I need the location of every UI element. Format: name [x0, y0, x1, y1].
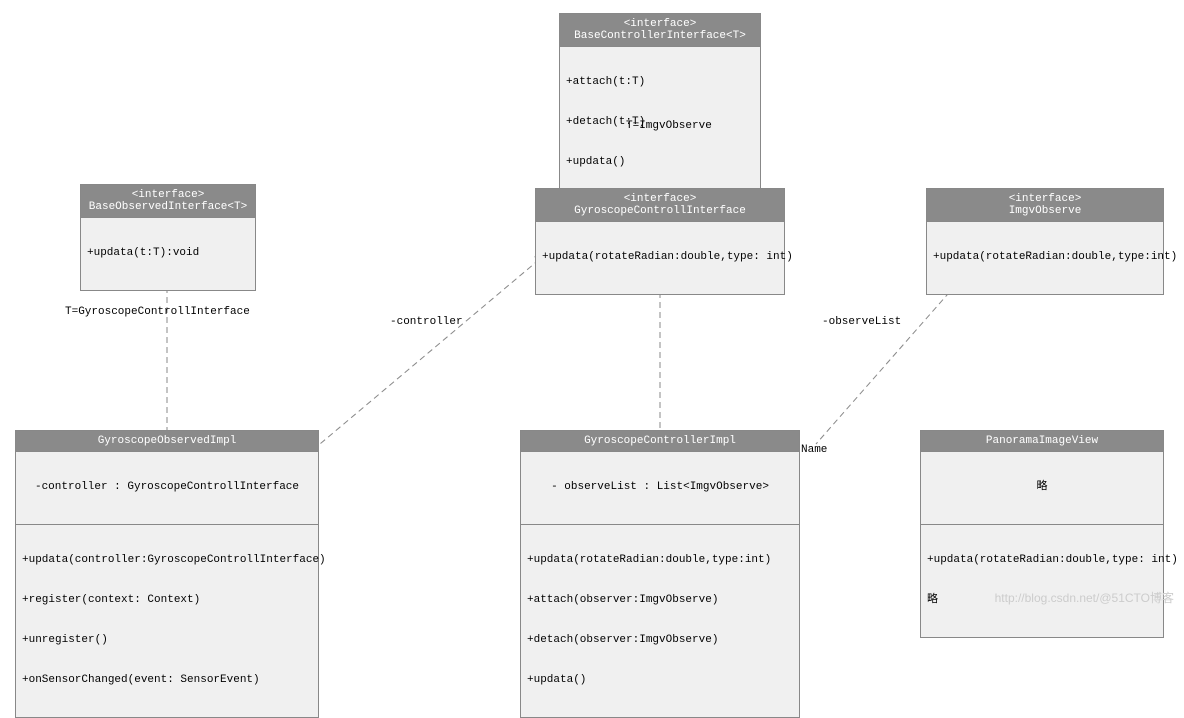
class-header: GyroscopeObservedImpl	[16, 431, 318, 452]
note-name: Name	[801, 444, 827, 456]
class-header: <interface> GyroscopeControllInterface	[536, 189, 784, 222]
attributes: - observeList : List<ImgvObserve>	[521, 452, 799, 525]
attributes: -controller : GyroscopeControllInterface	[16, 452, 318, 525]
class-name: BaseObservedInterface<T>	[87, 201, 249, 213]
stereotype: <interface>	[542, 193, 778, 205]
methods: +updata(rotateRadian:double,type: int) 略	[921, 525, 1163, 637]
watermark: http://blog.csdn.net/@51CTO博客	[995, 589, 1174, 606]
class-base-controller-interface: <interface> BaseControllerInterface<T> +…	[559, 13, 761, 200]
methods: +updata(rotateRadian:double,type:int)	[927, 222, 1163, 294]
stereotype: <interface>	[933, 193, 1157, 205]
class-header: <interface> ImgvObserve	[927, 189, 1163, 222]
class-name: ImgvObserve	[933, 205, 1157, 217]
class-panorama-image-view: PanoramaImageView 略 +updata(rotateRadian…	[920, 430, 1164, 638]
attributes: 略	[921, 452, 1163, 525]
stereotype: <interface>	[566, 18, 754, 30]
class-header: <interface> BaseControllerInterface<T>	[560, 14, 760, 47]
methods: +updata(t:T):void	[81, 218, 255, 290]
class-gyroscope-observed-impl: GyroscopeObservedImpl -controller : Gyro…	[15, 430, 319, 718]
label-observelist: -observeList	[822, 316, 901, 328]
class-name: GyroscopeObservedImpl	[22, 435, 312, 447]
label-t-gyro: T=GyroscopeControllInterface	[65, 306, 250, 318]
stereotype: <interface>	[87, 189, 249, 201]
class-gyroscope-controller-impl: GyroscopeControllerImpl - observeList : …	[520, 430, 800, 718]
class-header: <interface> BaseObservedInterface<T>	[81, 185, 255, 218]
label-controller: -controller	[390, 316, 463, 328]
class-name: PanoramaImageView	[927, 435, 1157, 447]
class-base-observed-interface: <interface> BaseObservedInterface<T> +up…	[80, 184, 256, 291]
class-header: PanoramaImageView	[921, 431, 1163, 452]
methods: +updata(rotateRadian:double,type: int)	[536, 222, 784, 294]
label-t-imgv: T=ImgvObserve	[626, 120, 712, 132]
class-name: GyroscopeControllerImpl	[527, 435, 793, 447]
methods: +updata(rotateRadian:double,type:int) +a…	[521, 525, 799, 717]
class-header: GyroscopeControllerImpl	[521, 431, 799, 452]
class-imgv-observe: <interface> ImgvObserve +updata(rotateRa…	[926, 188, 1164, 295]
class-gyroscope-controll-interface: <interface> GyroscopeControllInterface +…	[535, 188, 785, 295]
class-name: GyroscopeControllInterface	[542, 205, 778, 217]
methods: +updata(controller:GyroscopeControllInte…	[16, 525, 318, 717]
class-name: BaseControllerInterface<T>	[566, 30, 754, 42]
